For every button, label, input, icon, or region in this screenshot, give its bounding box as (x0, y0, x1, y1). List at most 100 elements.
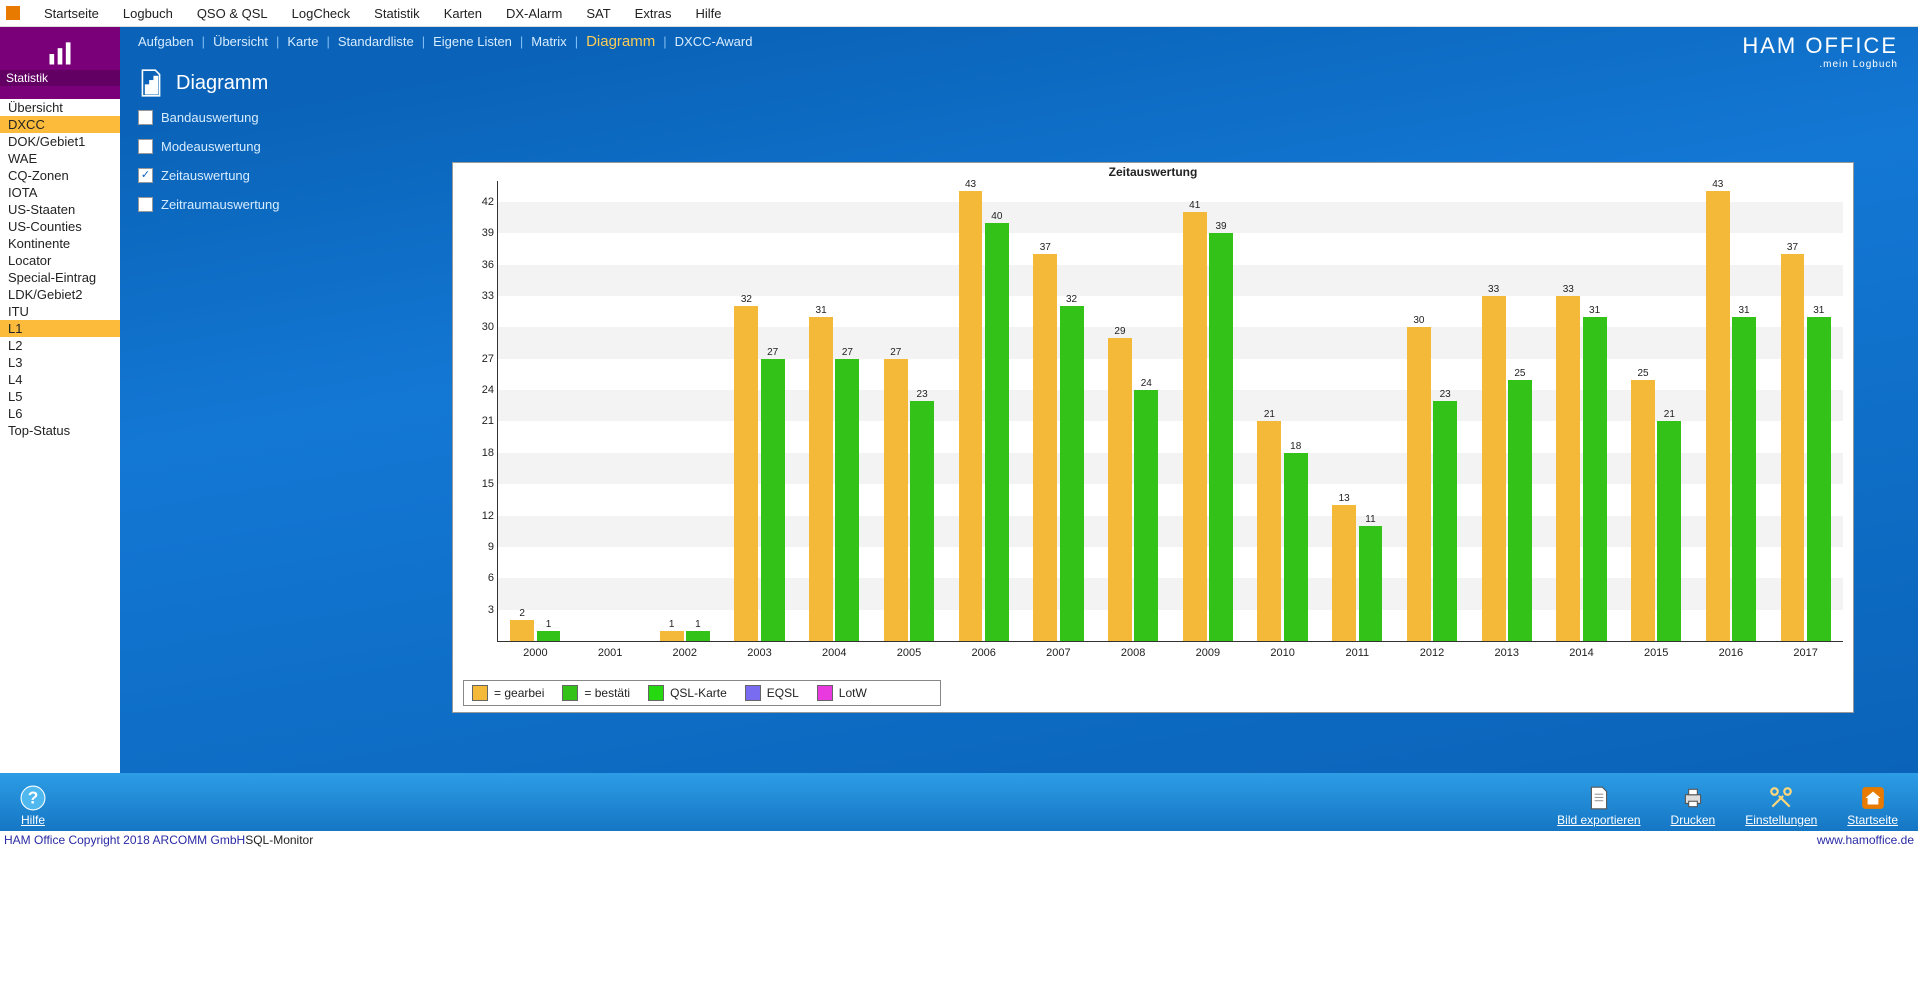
sidebar-item-l1[interactable]: L1 (0, 320, 120, 337)
topmenu-logbuch[interactable]: Logbuch (123, 6, 173, 21)
x-category: 2000 (523, 647, 547, 659)
bar-gearbeitet (1631, 380, 1655, 641)
subtab-karte[interactable]: Karte (287, 34, 318, 49)
legend-item: LotW (817, 685, 867, 701)
sidebar-item-topstatus[interactable]: Top-Status (0, 422, 120, 439)
print-button[interactable]: Drucken (1671, 785, 1716, 827)
sidebar-item-l6[interactable]: L6 (0, 405, 120, 422)
option-bandauswertung[interactable]: Bandauswertung (138, 110, 302, 125)
export-image-button[interactable]: Bild exportieren (1557, 785, 1640, 827)
sidebar-item-usstaaten[interactable]: US-Staaten (0, 201, 120, 218)
sidebar-item-itu[interactable]: ITU (0, 303, 120, 320)
topmenu-extras[interactable]: Extras (635, 6, 672, 21)
bar-gearbeitet (660, 631, 684, 641)
sidebar-item-bersicht[interactable]: Übersicht (0, 99, 120, 116)
sub-tabs: Aufgaben|Übersicht|Karte|Standardliste|E… (120, 27, 1918, 56)
bar-bestätigt (1732, 317, 1756, 641)
x-category: 2010 (1270, 647, 1294, 659)
home-icon (1860, 785, 1886, 811)
bar-chart-icon (138, 68, 164, 98)
sidebar-item-dokgebiet1[interactable]: DOK/Gebiet1 (0, 133, 120, 150)
sidebar-item-wae[interactable]: WAE (0, 150, 120, 167)
checkbox-icon[interactable] (138, 197, 153, 212)
subtab-eigenelisten[interactable]: Eigene Listen (433, 34, 512, 49)
help-button[interactable]: ? Hilfe (20, 785, 46, 827)
topmenu-logcheck[interactable]: LogCheck (292, 6, 351, 21)
subtab-standardliste[interactable]: Standardliste (338, 34, 414, 49)
bar-gearbeitet (1332, 505, 1356, 641)
topmenu-hilfe[interactable]: Hilfe (696, 6, 722, 21)
x-category: 2002 (673, 647, 697, 659)
bar-gearbeitet (1183, 212, 1207, 641)
settings-button[interactable]: Einstellungen (1745, 785, 1817, 827)
sidebar-item-l3[interactable]: L3 (0, 354, 120, 371)
topmenu-qsoqsl[interactable]: QSO & QSL (197, 6, 268, 21)
help-icon: ? (20, 785, 46, 811)
sidebar-item-cqzonen[interactable]: CQ-Zonen (0, 167, 120, 184)
sidebar-item-l5[interactable]: L5 (0, 388, 120, 405)
x-category: 2016 (1719, 647, 1743, 659)
printer-icon (1680, 785, 1706, 811)
status-bar: HAM Office Copyright 2018 ARCOMM GmbHSQL… (0, 831, 1918, 849)
topmenu-karten[interactable]: Karten (444, 6, 482, 21)
main-area: HAM OFFICE .mein Logbuch Aufgaben|Übersi… (120, 27, 1918, 773)
bar-bestätigt (1508, 380, 1532, 641)
sidebar-item-locator[interactable]: Locator (0, 252, 120, 269)
checkbox-icon[interactable] (138, 139, 153, 154)
bar-bestätigt (537, 631, 561, 641)
subtab-matrix[interactable]: Matrix (531, 34, 566, 49)
sidebar-item-iota[interactable]: IOTA (0, 184, 120, 201)
bar-gearbeitet (1407, 327, 1431, 641)
bar-bestätigt (985, 223, 1009, 641)
chart-legend: = gearbei= bestätiQSL-KarteEQSLLotW (463, 680, 941, 706)
bar-bestätigt (1284, 453, 1308, 641)
subtab-dxccaward[interactable]: DXCC-Award (675, 34, 753, 49)
subtab-aufgaben[interactable]: Aufgaben (138, 34, 194, 49)
sidebar-item-uscounties[interactable]: US-Counties (0, 218, 120, 235)
bar-gearbeitet (1108, 338, 1132, 641)
sidebar-item-dxcc[interactable]: DXCC (0, 116, 120, 133)
bar-gearbeitet (884, 359, 908, 641)
chart-container: Zeitauswertung 3691215182124273033363942… (452, 162, 1854, 713)
document-icon (1586, 785, 1612, 811)
option-zeitauswertung[interactable]: Zeitauswertung (138, 168, 302, 183)
chart-title: Zeitauswertung (453, 163, 1853, 181)
bar-chart-icon (46, 40, 74, 68)
section-label: Statistik (0, 70, 120, 86)
option-modeauswertung[interactable]: Modeauswertung (138, 139, 302, 154)
sidebar-item-kontinente[interactable]: Kontinente (0, 235, 120, 252)
topmenu-startseite[interactable]: Startseite (44, 6, 99, 21)
checkbox-icon[interactable] (138, 168, 153, 183)
x-category: 2008 (1121, 647, 1145, 659)
topmenu-dxalarm[interactable]: DX-Alarm (506, 6, 562, 21)
subtab-bersicht[interactable]: Übersicht (213, 34, 268, 49)
bar-gearbeitet (959, 191, 983, 641)
sidebar-list: ÜbersichtDXCCDOK/Gebiet1WAECQ-ZonenIOTAU… (0, 99, 120, 773)
topmenu-sat[interactable]: SAT (586, 6, 610, 21)
bar-gearbeitet (1556, 296, 1580, 641)
bar-gearbeitet (1482, 296, 1506, 641)
x-category: 2009 (1196, 647, 1220, 659)
sidebar-item-l4[interactable]: L4 (0, 371, 120, 388)
subtab-diagramm[interactable]: Diagramm (586, 33, 655, 50)
home-button[interactable]: Startseite (1847, 785, 1898, 827)
x-category: 2013 (1495, 647, 1519, 659)
sidebar-item-ldkgebiet2[interactable]: LDK/Gebiet2 (0, 286, 120, 303)
checkbox-icon[interactable] (138, 110, 153, 125)
bar-bestätigt (1583, 317, 1607, 641)
bar-bestätigt (1134, 390, 1158, 641)
sidebar-item-l2[interactable]: L2 (0, 337, 120, 354)
page-title-row: Diagramm (120, 56, 1918, 110)
bar-bestätigt (1359, 526, 1383, 641)
sidebar-item-specialeintrag[interactable]: Special-Eintrag (0, 269, 120, 286)
website-link[interactable]: www.hamoffice.de (1817, 833, 1914, 847)
legend-item: EQSL (745, 685, 799, 701)
legend-swatch-icon (648, 685, 664, 701)
x-category: 2017 (1793, 647, 1817, 659)
bar-bestätigt (1657, 421, 1681, 641)
bottom-toolbar: ? Hilfe Bild exportieren Drucken Einstel… (0, 773, 1918, 831)
x-category: 2001 (598, 647, 622, 659)
bar-bestätigt (686, 631, 710, 641)
topmenu-statistik[interactable]: Statistik (374, 6, 420, 21)
option-zeitraumauswertung[interactable]: Zeitraumauswertung (138, 197, 302, 212)
